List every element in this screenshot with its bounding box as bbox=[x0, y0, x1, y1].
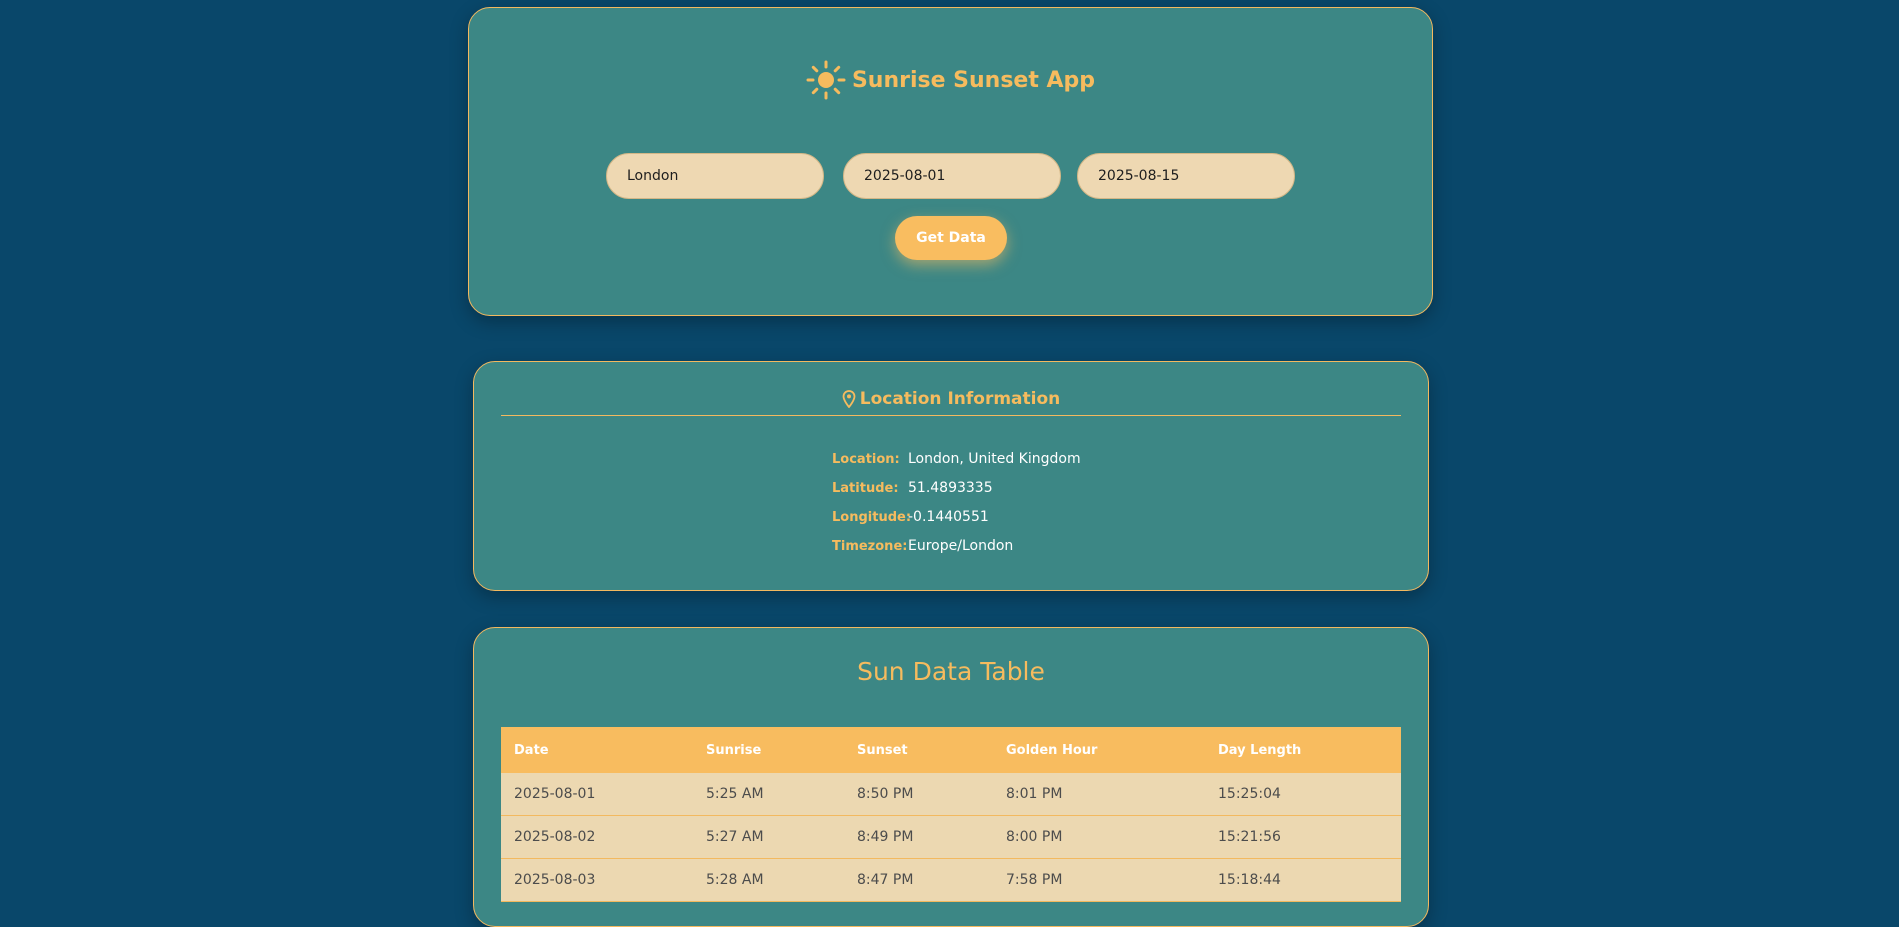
get-data-button[interactable]: Get Data bbox=[895, 216, 1007, 260]
app-title: Sunrise Sunset App bbox=[851, 67, 1096, 93]
search-card: Sunrise Sunset App Get Data bbox=[468, 7, 1433, 316]
cell-day-length: 15:18:44 bbox=[1205, 858, 1401, 902]
longitude-value: -0.1440551 bbox=[908, 509, 989, 525]
map-pin-icon bbox=[842, 389, 856, 408]
table-header-row: Date Sunrise Sunset Golden Hour Day Leng… bbox=[501, 727, 1401, 773]
timezone-label: Timezone: bbox=[832, 539, 908, 554]
table-row: 2025-08-01 5:25 AM 8:50 PM 8:01 PM 15:25… bbox=[501, 773, 1401, 816]
cell-sunset: 8:47 PM bbox=[844, 858, 993, 902]
column-header-day-length: Day Length bbox=[1205, 727, 1401, 773]
table-row: 2025-08-03 5:28 AM 8:47 PM 7:58 PM 15:18… bbox=[501, 858, 1401, 902]
latitude-value: 51.4893335 bbox=[908, 480, 993, 496]
sun-icon bbox=[806, 60, 846, 100]
cell-sunset: 8:49 PM bbox=[844, 815, 993, 859]
cell-date: 2025-08-02 bbox=[501, 815, 693, 859]
column-header-golden-hour: Golden Hour bbox=[993, 727, 1205, 773]
cell-date: 2025-08-01 bbox=[501, 773, 693, 816]
latitude-label: Latitude: bbox=[832, 481, 899, 496]
cell-day-length: 15:21:56 bbox=[1205, 815, 1401, 859]
end-date-input[interactable] bbox=[1077, 153, 1295, 199]
timezone-value: Europe/London bbox=[908, 538, 1014, 554]
app-header: Sunrise Sunset App bbox=[469, 60, 1432, 100]
cell-golden-hour: 8:01 PM bbox=[993, 773, 1205, 816]
location-heading: Location Information bbox=[501, 386, 1401, 416]
table-row: 2025-08-02 5:27 AM 8:49 PM 8:00 PM 15:21… bbox=[501, 815, 1401, 859]
cell-sunset: 8:50 PM bbox=[844, 773, 993, 816]
cell-date: 2025-08-03 bbox=[501, 858, 693, 902]
cell-day-length: 15:25:04 bbox=[1205, 773, 1401, 816]
location-label: Location: bbox=[832, 452, 900, 467]
column-header-sunrise: Sunrise bbox=[693, 727, 844, 773]
cell-sunrise: 5:27 AM bbox=[693, 815, 844, 859]
cell-golden-hour: 8:00 PM bbox=[993, 815, 1205, 859]
column-header-date: Date bbox=[501, 727, 693, 773]
longitude-label: Longitude: bbox=[832, 510, 912, 525]
cell-sunrise: 5:28 AM bbox=[693, 858, 844, 902]
cell-golden-hour: 7:58 PM bbox=[993, 858, 1205, 902]
location-heading-text: Location Information bbox=[859, 388, 1061, 409]
table-title: Sun Data Table bbox=[857, 657, 1045, 686]
sun-data-table: Date Sunrise Sunset Golden Hour Day Leng… bbox=[501, 727, 1401, 902]
location-card: Location Information Location: London, U… bbox=[473, 361, 1429, 591]
location-details: Location: London, United Kingdom Latitud… bbox=[832, 450, 1081, 556]
sun-data-card: Sun Data Table Date Sunrise Sunset Golde… bbox=[473, 627, 1429, 927]
city-input[interactable] bbox=[606, 153, 824, 199]
column-header-sunset: Sunset bbox=[844, 727, 993, 773]
cell-sunrise: 5:25 AM bbox=[693, 773, 844, 816]
start-date-input[interactable] bbox=[843, 153, 1061, 199]
location-value: London, United Kingdom bbox=[908, 451, 1081, 467]
